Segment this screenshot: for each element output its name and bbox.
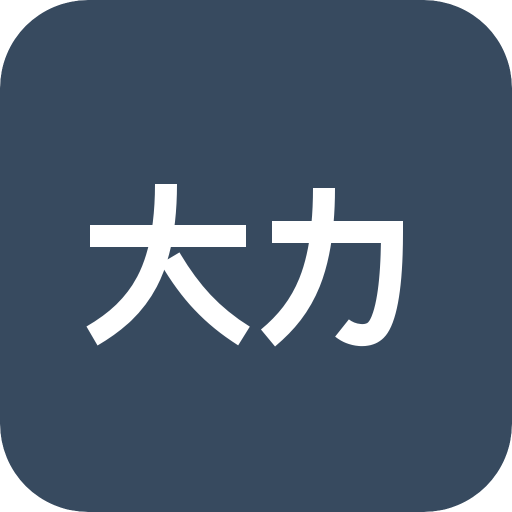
app-icon-graphic <box>0 0 512 512</box>
app-icon-background <box>0 0 512 512</box>
app-icon[interactable] <box>0 0 512 512</box>
